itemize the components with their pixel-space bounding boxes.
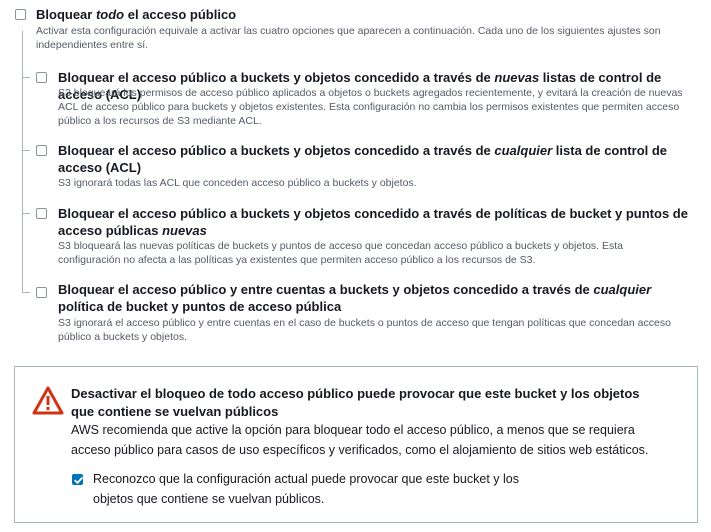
block-all-description: Activar esta configuración equivale a ac… [36,25,661,51]
option-new-acl-checkbox[interactable] [36,72,47,83]
warning-triangle-icon [32,386,64,416]
option-new-acl-description: S3 bloqueará los permisos de acceso públ… [58,87,683,127]
tree-connector [22,213,30,214]
block-all-checkbox[interactable] [15,9,26,20]
option-any-policy-title: Bloquear el acceso público y entre cuent… [58,282,652,314]
tree-connector [22,292,30,293]
warning-body: AWS recomienda que active la opción para… [71,423,649,457]
option-new-policies-checkbox[interactable] [36,208,47,219]
option-new-policies-title: Bloquear el acceso público a buckets y o… [58,206,688,238]
option-any-acl-title: Bloquear el acceso público a buckets y o… [58,143,668,175]
option-any-acl-description: S3 ignorará todas las ACL que conceden a… [58,177,417,189]
public-access-warning: Desactivar el bloqueo de todo acceso púb… [14,366,698,523]
tree-connector-vertical [22,31,23,293]
warning-title: Desactivar el bloqueo de todo acceso púb… [71,386,640,419]
acknowledge-label: Reconozco que la configuración actual pu… [93,472,519,506]
tree-connector [22,150,30,151]
option-new-policies-description: S3 bloqueará las nuevas políticas de buc… [58,240,624,266]
block-all-title: Bloquear todo el acceso público [36,7,237,22]
tree-connector [22,77,30,78]
option-any-acl-checkbox[interactable] [36,145,47,156]
checkmark-icon [74,477,83,484]
option-any-policy-checkbox[interactable] [36,287,47,298]
acknowledge-checkbox[interactable] [72,474,83,485]
option-any-policy-description: S3 ignorará el acceso público y entre cu… [58,317,671,343]
